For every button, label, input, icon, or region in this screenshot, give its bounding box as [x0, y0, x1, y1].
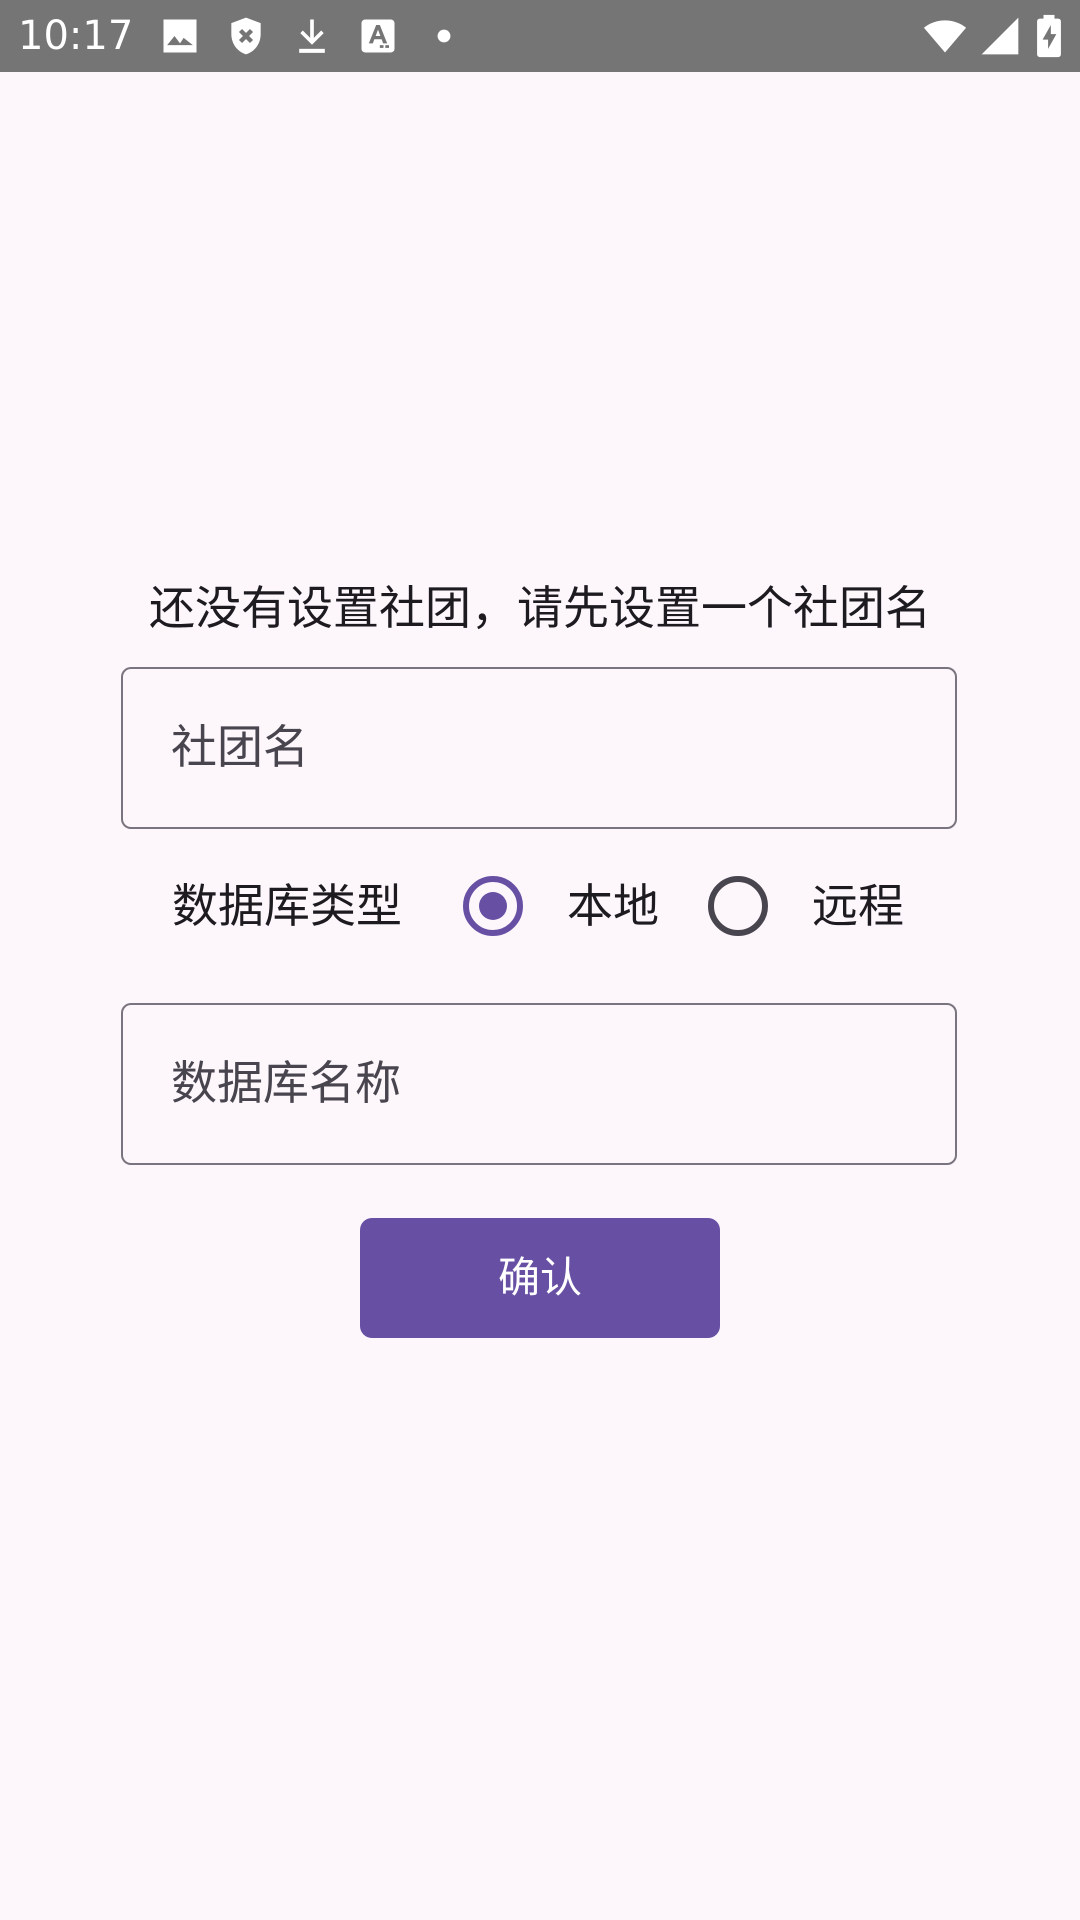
- status-time: 10:17: [18, 13, 134, 59]
- radio-remote[interactable]: [708, 876, 768, 936]
- setup-prompt: 还没有设置社团，请先设置一个社团名: [149, 581, 931, 635]
- image-icon: [158, 14, 202, 58]
- club-name-placeholder: 社团名: [171, 720, 309, 774]
- confirm-button[interactable]: 确认: [360, 1218, 720, 1338]
- db-type-label: 数据库类型: [172, 879, 402, 933]
- club-name-input[interactable]: 社团名: [121, 667, 957, 829]
- font-download-icon: [356, 14, 400, 58]
- dot-icon: [422, 14, 466, 58]
- radio-local[interactable]: [463, 876, 523, 936]
- battery-charging-icon: [1034, 14, 1064, 58]
- download-icon: [290, 14, 334, 58]
- shield-x-icon: [224, 14, 268, 58]
- radio-selected-dot: [479, 892, 507, 920]
- radio-remote-label[interactable]: 远程: [812, 870, 904, 942]
- status-bar: 10:17: [0, 0, 1080, 72]
- radio-local-label[interactable]: 本地: [567, 870, 659, 942]
- db-name-placeholder: 数据库名称: [171, 1056, 401, 1110]
- db-type-radio-group: 数据库类型 本地 远程: [0, 870, 1080, 942]
- wifi-icon: [922, 14, 968, 58]
- db-name-input[interactable]: 数据库名称: [121, 1003, 957, 1165]
- cell-signal-icon: [978, 14, 1022, 58]
